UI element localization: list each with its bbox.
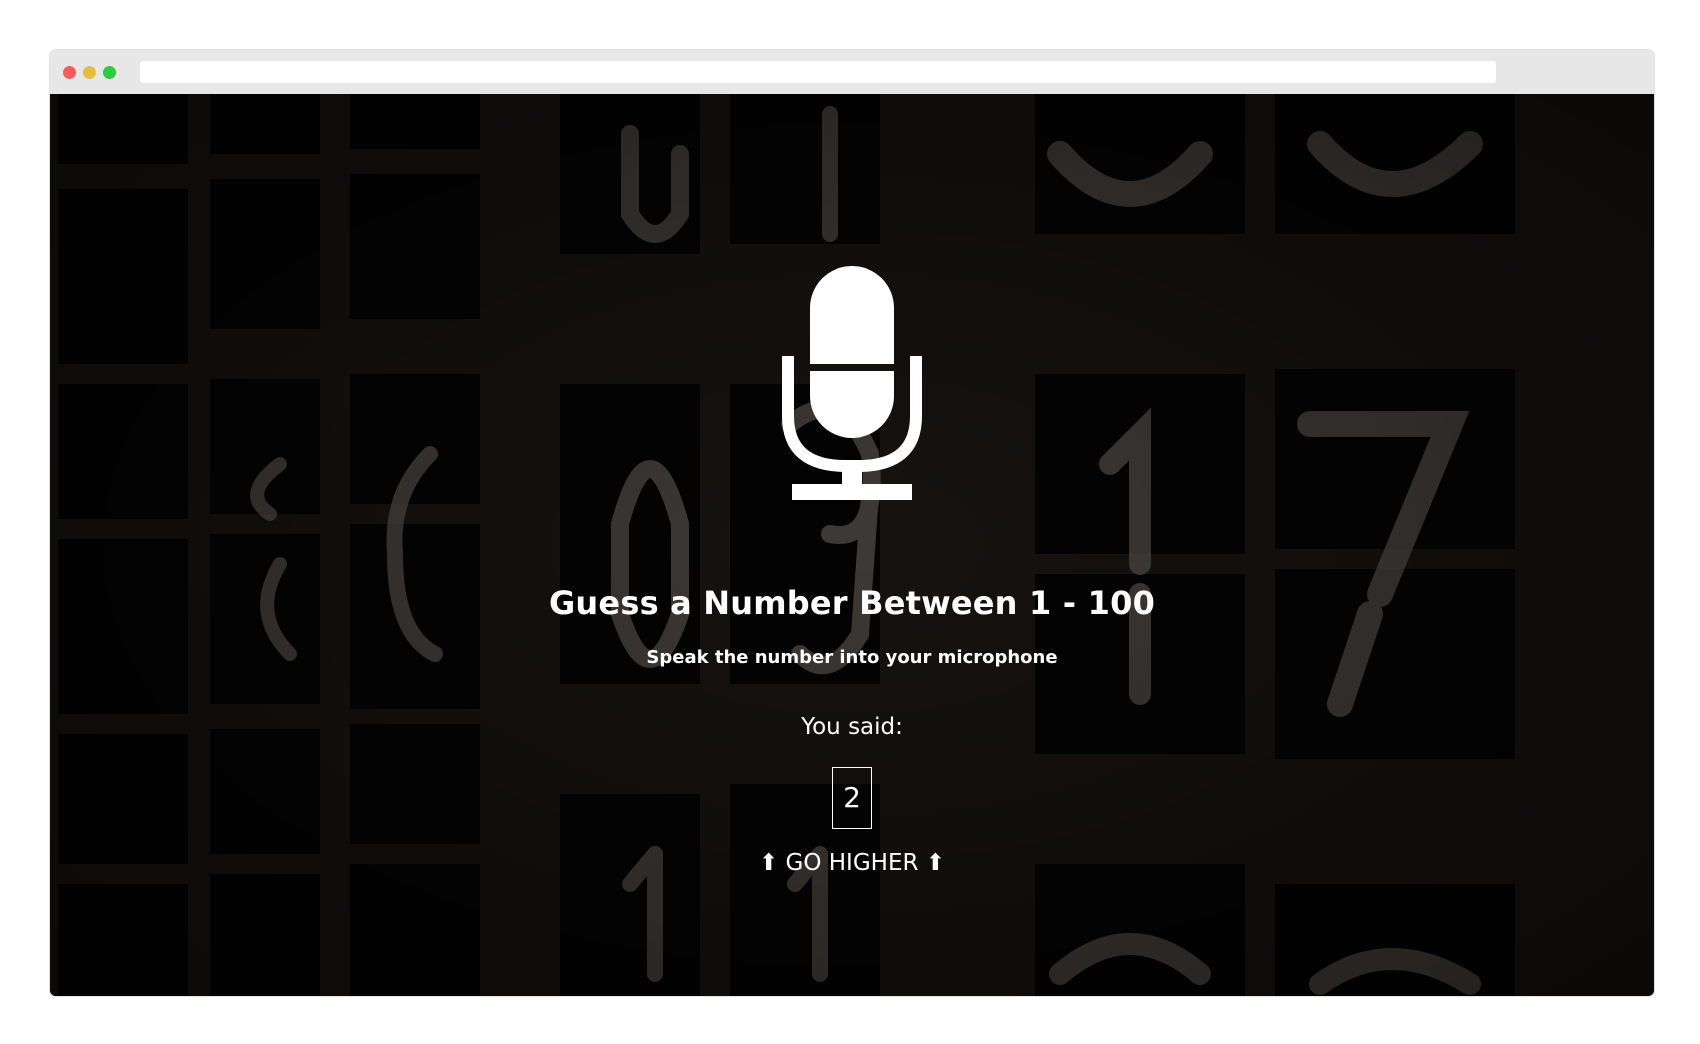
- address-bar[interactable]: [140, 61, 1496, 83]
- maximize-window-button[interactable]: [103, 66, 116, 79]
- page-viewport: Guess a Number Between 1 - 100 Speak the…: [50, 94, 1654, 996]
- close-window-button[interactable]: [63, 66, 76, 79]
- minimize-window-button[interactable]: [83, 66, 96, 79]
- page-title: Guess a Number Between 1 - 100: [548, 584, 1156, 622]
- hint-message: ⬆ GO HIGHER ⬆: [758, 850, 946, 876]
- browser-window: Guess a Number Between 1 - 100 Speak the…: [50, 50, 1654, 996]
- guess-value-box: 2: [832, 767, 872, 829]
- microphone-icon[interactable]: [782, 266, 922, 506]
- game-panel: Guess a Number Between 1 - 100 Speak the…: [50, 94, 1654, 996]
- you-said-label: You said:: [801, 714, 903, 740]
- browser-titlebar: [50, 50, 1654, 94]
- instruction-text: Speak the number into your microphone: [646, 647, 1058, 668]
